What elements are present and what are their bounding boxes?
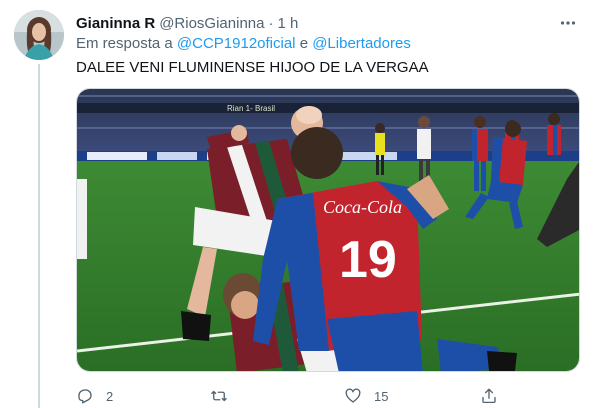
tweet-header: Gianinna R @RiosGianinna · 1 h xyxy=(76,13,298,33)
more-icon xyxy=(560,21,576,25)
share-button[interactable] xyxy=(480,386,498,406)
reply-prefix: Em resposta a xyxy=(76,35,173,52)
tweet-text: DALEE VENI FLUMINENSE HIJOO DE LA VERGAA xyxy=(76,59,429,76)
scoreboard-text: Rian 1- Brasil xyxy=(227,104,275,113)
share-icon xyxy=(482,388,496,404)
user-handle[interactable]: @RiosGianinna xyxy=(159,15,264,32)
display-name[interactable]: Gianinna R xyxy=(76,15,155,32)
reply-context: Em resposta a @CCP1912oficial e @Liberta… xyxy=(76,35,411,52)
jersey-number-text: 19 xyxy=(339,231,397,289)
like-button[interactable]: 15 xyxy=(344,386,388,406)
reply-icon xyxy=(78,389,92,404)
reply-button[interactable]: 2 xyxy=(76,386,113,406)
reply-count: 2 xyxy=(106,388,114,404)
jersey-brand-text: Coca-Cola xyxy=(323,197,402,217)
football-photo: Rian 1- Brasil Coca-Cola 19 xyxy=(77,89,579,371)
reply-conjunction: e xyxy=(299,35,309,52)
tweet-photo[interactable]: Rian 1- Brasil Coca-Cola 19 xyxy=(76,88,580,372)
separator-dot: · xyxy=(268,14,274,32)
reply-user-link-1[interactable]: @CCP1912oficial xyxy=(177,35,296,52)
timestamp[interactable]: 1 h xyxy=(277,15,298,32)
avatar[interactable] xyxy=(14,10,64,60)
retweet-icon xyxy=(211,390,227,402)
like-icon xyxy=(345,388,361,403)
more-button[interactable] xyxy=(557,12,579,34)
tweet-actions: 2 15 xyxy=(76,386,580,406)
like-count: 15 xyxy=(374,388,389,404)
reply-user-link-2[interactable]: @Libertadores xyxy=(312,35,411,52)
avatar-image xyxy=(14,10,64,60)
thread-line xyxy=(38,64,40,408)
retweet-button[interactable] xyxy=(210,386,240,406)
